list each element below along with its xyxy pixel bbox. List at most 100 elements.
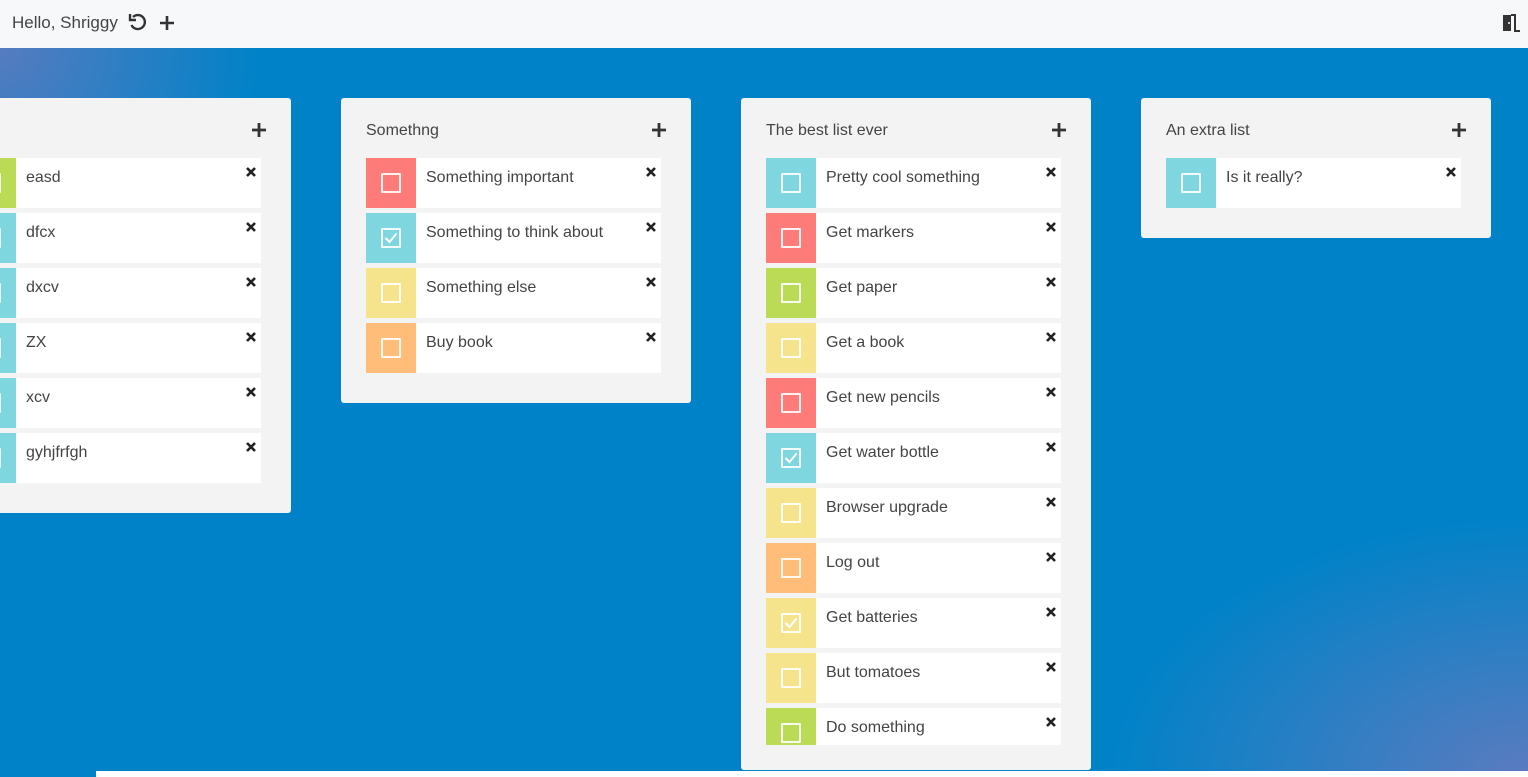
add-item-plus-icon[interactable]	[1049, 120, 1069, 140]
checkbox-empty-icon	[781, 558, 801, 578]
add-item-plus-icon[interactable]	[1449, 120, 1469, 140]
delete-x-icon[interactable]	[645, 220, 657, 232]
item-text[interactable]: Browser upgrade	[826, 499, 948, 517]
item-checkbox[interactable]	[366, 158, 416, 208]
item-checkbox[interactable]	[766, 268, 816, 318]
item-checkbox[interactable]	[366, 323, 416, 373]
bottom-strip	[96, 771, 1528, 777]
delete-x-icon[interactable]	[245, 220, 257, 232]
item-text[interactable]: easd	[26, 169, 61, 187]
checkbox-empty-icon	[781, 668, 801, 688]
list-item: Get batteries	[766, 598, 1061, 648]
list-item: Pretty cool something	[766, 158, 1061, 208]
item-text[interactable]: Get batteries	[826, 609, 918, 627]
item-text[interactable]: Pretty cool something	[826, 169, 980, 187]
item-text[interactable]: xcv	[26, 389, 50, 407]
delete-x-icon[interactable]	[645, 275, 657, 287]
item-text[interactable]: Get markers	[826, 224, 914, 242]
delete-x-icon[interactable]	[1045, 550, 1057, 562]
item-checkbox[interactable]	[766, 323, 816, 373]
delete-x-icon[interactable]	[1045, 330, 1057, 342]
delete-x-icon[interactable]	[1445, 165, 1457, 177]
checkbox-empty-icon	[781, 228, 801, 248]
item-text[interactable]: Something to think about	[426, 224, 603, 242]
delete-x-icon[interactable]	[245, 330, 257, 342]
delete-x-icon[interactable]	[1045, 275, 1057, 287]
item-text[interactable]: Buy book	[426, 334, 493, 352]
item-text[interactable]: Get water bottle	[826, 444, 939, 462]
item-text[interactable]: Get a book	[826, 334, 904, 352]
item-checkbox[interactable]	[766, 378, 816, 428]
list-item: Log out	[766, 543, 1061, 593]
item-checkbox[interactable]	[766, 213, 816, 263]
list-card: The best list ever Pretty cool something…	[741, 98, 1091, 770]
item-text[interactable]: But tomatoes	[826, 664, 920, 682]
item-checkbox[interactable]	[0, 323, 16, 373]
delete-x-icon[interactable]	[1045, 385, 1057, 397]
list-item: Something to think about	[366, 213, 661, 263]
item-text[interactable]: Something else	[426, 279, 536, 297]
item-checkbox[interactable]	[766, 158, 816, 208]
delete-x-icon[interactable]	[245, 165, 257, 177]
item-checkbox[interactable]	[0, 268, 16, 318]
delete-x-icon[interactable]	[245, 440, 257, 452]
item-text[interactable]: ZX	[26, 334, 46, 352]
checkbox-empty-icon	[781, 283, 801, 303]
list-item: easd	[0, 158, 261, 208]
undo-icon[interactable]	[126, 11, 150, 35]
item-text[interactable]: Is it really?	[1226, 169, 1302, 187]
delete-x-icon[interactable]	[1045, 165, 1057, 177]
checkmark-icon	[781, 448, 801, 468]
item-checkbox[interactable]	[0, 378, 16, 428]
checkbox-empty-icon	[781, 393, 801, 413]
delete-x-icon[interactable]	[1045, 605, 1057, 617]
item-list: Something important Something to think ab…	[366, 158, 661, 378]
item-text[interactable]: Log out	[826, 554, 879, 572]
delete-x-icon[interactable]	[1045, 660, 1057, 672]
add-item-plus-icon[interactable]	[249, 120, 269, 140]
delete-x-icon[interactable]	[645, 330, 657, 342]
list-title: Somethng	[366, 122, 439, 139]
item-checkbox[interactable]	[366, 213, 416, 263]
checkmark-icon	[781, 613, 801, 633]
delete-x-icon[interactable]	[1045, 440, 1057, 452]
item-text[interactable]: gyhjfrfgh	[26, 444, 87, 462]
item-text[interactable]: dxcv	[26, 279, 59, 297]
checkbox-empty-icon	[1181, 173, 1201, 193]
delete-x-icon[interactable]	[1045, 715, 1057, 727]
delete-x-icon[interactable]	[245, 275, 257, 287]
item-checkbox[interactable]	[766, 708, 816, 745]
item-checkbox[interactable]	[766, 653, 816, 703]
item-checkbox[interactable]	[766, 543, 816, 593]
item-checkbox[interactable]	[0, 213, 16, 263]
plus-icon[interactable]	[155, 11, 179, 35]
list-item: Get paper	[766, 268, 1061, 318]
list-card: An extra list Is it really?	[1141, 98, 1491, 238]
checkbox-empty-icon	[0, 338, 1, 358]
item-text[interactable]: Do something	[826, 719, 925, 737]
list-card: o easddfcxdxcvZXxcvgyhjfrfgh	[0, 98, 291, 513]
item-text[interactable]: Something important	[426, 169, 574, 187]
item-text[interactable]: dfcx	[26, 224, 55, 242]
item-checkbox[interactable]	[0, 158, 16, 208]
checkbox-empty-icon	[0, 393, 1, 413]
delete-x-icon[interactable]	[245, 385, 257, 397]
item-text[interactable]: Get new pencils	[826, 389, 940, 407]
item-checkbox[interactable]	[366, 268, 416, 318]
delete-x-icon[interactable]	[1045, 495, 1057, 507]
item-checkbox[interactable]	[766, 598, 816, 648]
item-checkbox[interactable]	[0, 433, 16, 483]
checkbox-empty-icon	[381, 338, 401, 358]
item-text[interactable]: Get paper	[826, 279, 897, 297]
item-checkbox[interactable]	[1166, 158, 1216, 208]
logout-door-icon[interactable]	[1499, 11, 1523, 35]
add-item-plus-icon[interactable]	[649, 120, 669, 140]
delete-x-icon[interactable]	[1045, 220, 1057, 232]
delete-x-icon[interactable]	[645, 165, 657, 177]
list-item: ZX	[0, 323, 261, 373]
item-checkbox[interactable]	[766, 433, 816, 483]
list-title: An extra list	[1166, 122, 1250, 139]
checkbox-empty-icon	[0, 228, 1, 248]
list-item: Browser upgrade	[766, 488, 1061, 538]
item-checkbox[interactable]	[766, 488, 816, 538]
